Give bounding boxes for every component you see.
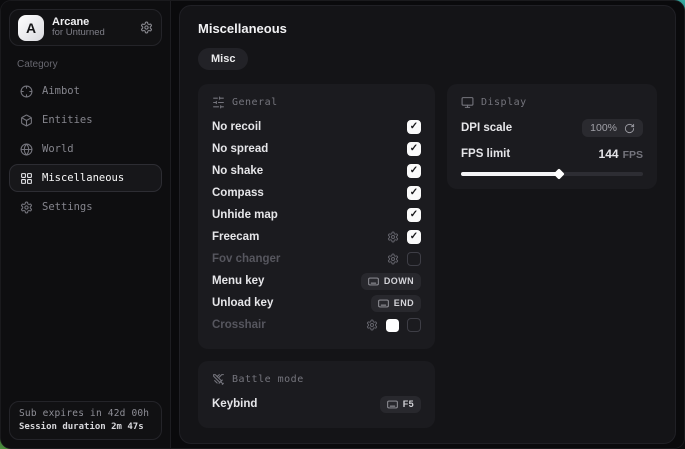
gear-icon[interactable] bbox=[387, 231, 399, 243]
checkbox[interactable] bbox=[407, 252, 421, 266]
slider-fill bbox=[461, 172, 559, 176]
session-duration-text: Session duration 2m 47s bbox=[19, 422, 152, 432]
setting-row-freecam: Freecam bbox=[212, 226, 421, 248]
sidebar-item-label: Miscellaneous bbox=[42, 172, 124, 184]
keybind-button[interactable]: END bbox=[371, 295, 421, 312]
sidebar-item-label: World bbox=[42, 143, 74, 155]
category-label: Category bbox=[17, 59, 154, 70]
setting-row-dpi-scale: DPI scale 100% bbox=[461, 119, 643, 137]
checkbox[interactable] bbox=[407, 164, 421, 178]
swords-icon bbox=[212, 373, 225, 386]
setting-row-unload-key: Unload key END bbox=[212, 292, 421, 314]
keybind-button[interactable]: F5 bbox=[380, 396, 421, 413]
setting-label: No spread bbox=[212, 143, 268, 155]
dpi-scale-value: 100% bbox=[590, 122, 617, 134]
section-title-battle-mode: Battle mode bbox=[232, 374, 304, 385]
app-subtitle: for Unturned bbox=[52, 28, 105, 39]
keyboard-icon bbox=[368, 277, 379, 286]
sidebar-item-miscellaneous[interactable]: Miscellaneous bbox=[9, 164, 162, 192]
key-label: F5 bbox=[403, 399, 414, 409]
crosshair-icon bbox=[20, 85, 33, 98]
sliders-icon bbox=[212, 96, 225, 109]
app-window: A Arcane for Unturned Category Aimbot bbox=[0, 0, 685, 449]
dpi-scale-select[interactable]: 100% bbox=[582, 119, 643, 137]
sidebar: A Arcane for Unturned Category Aimbot bbox=[1, 1, 171, 448]
setting-row-fov-changer: Fov changer bbox=[212, 248, 421, 270]
reset-icon bbox=[624, 123, 635, 134]
cube-icon bbox=[20, 114, 33, 127]
setting-row-no-spread: No spread bbox=[212, 138, 421, 160]
sidebar-item-label: Entities bbox=[42, 114, 93, 126]
sidebar-item-world[interactable]: World bbox=[9, 135, 162, 163]
fps-limit-value: 144 bbox=[599, 147, 619, 161]
general-card: General No recoil No spread bbox=[198, 84, 435, 349]
setting-label: No shake bbox=[212, 165, 263, 177]
setting-row-crosshair: Crosshair bbox=[212, 314, 421, 336]
app-header-card: A Arcane for Unturned bbox=[9, 9, 162, 46]
tab-misc[interactable]: Misc bbox=[198, 48, 248, 70]
sidebar-nav: Aimbot Entities World Miscellaneous bbox=[9, 77, 162, 221]
setting-label: Freecam bbox=[212, 231, 259, 243]
setting-row-keybind: Keybind F5 bbox=[212, 393, 421, 415]
subscription-status-card: Sub expires in 42d 00h Session duration … bbox=[9, 401, 162, 440]
main-panel: Miscellaneous Misc General bbox=[179, 5, 676, 444]
sidebar-item-aimbot[interactable]: Aimbot bbox=[9, 77, 162, 105]
setting-label: No recoil bbox=[212, 121, 261, 133]
color-swatch[interactable] bbox=[386, 319, 399, 332]
setting-row-menu-key: Menu key DOWN bbox=[212, 270, 421, 292]
setting-label: Keybind bbox=[212, 398, 257, 410]
setting-row-compass: Compass bbox=[212, 182, 421, 204]
gear-icon[interactable] bbox=[366, 319, 378, 331]
setting-row-no-recoil: No recoil bbox=[212, 116, 421, 138]
setting-label: Unload key bbox=[212, 297, 273, 309]
keyboard-icon bbox=[387, 400, 398, 409]
sidebar-item-label: Settings bbox=[42, 201, 93, 213]
keybind-button[interactable]: DOWN bbox=[361, 273, 421, 290]
key-label: END bbox=[394, 298, 414, 308]
sub-expires-text: Sub expires in 42d 00h bbox=[19, 408, 152, 419]
checkbox[interactable] bbox=[407, 120, 421, 134]
setting-label: FPS limit bbox=[461, 148, 510, 160]
setting-label: Compass bbox=[212, 187, 264, 199]
checkbox[interactable] bbox=[407, 318, 421, 332]
fps-limit-slider[interactable] bbox=[461, 172, 643, 176]
checkbox[interactable] bbox=[407, 186, 421, 200]
sidebar-item-label: Aimbot bbox=[42, 85, 80, 97]
main-area: Miscellaneous Misc General bbox=[171, 1, 684, 448]
setting-label: Fov changer bbox=[212, 253, 280, 265]
app-logo: A bbox=[18, 15, 44, 41]
checkbox[interactable] bbox=[407, 230, 421, 244]
slider-thumb[interactable] bbox=[554, 168, 565, 179]
battle-mode-card: Battle mode Keybind F5 bbox=[198, 361, 435, 428]
display-card: Display DPI scale 100% bbox=[447, 84, 657, 189]
page-title: Miscellaneous bbox=[198, 21, 657, 36]
sidebar-item-settings[interactable]: Settings bbox=[9, 193, 162, 221]
sidebar-item-entities[interactable]: Entities bbox=[9, 106, 162, 134]
keyboard-icon bbox=[378, 299, 389, 308]
setting-row-fps-limit: FPS limit 144 FPS bbox=[461, 147, 643, 161]
globe-icon bbox=[20, 143, 33, 156]
section-title-display: Display bbox=[481, 97, 527, 108]
setting-row-unhide-map: Unhide map bbox=[212, 204, 421, 226]
gear-icon[interactable] bbox=[140, 21, 153, 34]
monitor-icon bbox=[461, 96, 474, 109]
key-label: DOWN bbox=[384, 276, 414, 286]
setting-label: Menu key bbox=[212, 275, 264, 287]
setting-label: Crosshair bbox=[212, 319, 266, 331]
section-title-general: General bbox=[232, 97, 278, 108]
fps-limit-unit: FPS bbox=[623, 149, 643, 161]
checkbox[interactable] bbox=[407, 142, 421, 156]
setting-row-no-shake: No shake bbox=[212, 160, 421, 182]
checkbox[interactable] bbox=[407, 208, 421, 222]
gear-icon bbox=[20, 201, 33, 214]
gear-icon[interactable] bbox=[387, 253, 399, 265]
grid-icon bbox=[20, 172, 33, 185]
setting-label: Unhide map bbox=[212, 209, 278, 221]
setting-label: DPI scale bbox=[461, 122, 512, 134]
